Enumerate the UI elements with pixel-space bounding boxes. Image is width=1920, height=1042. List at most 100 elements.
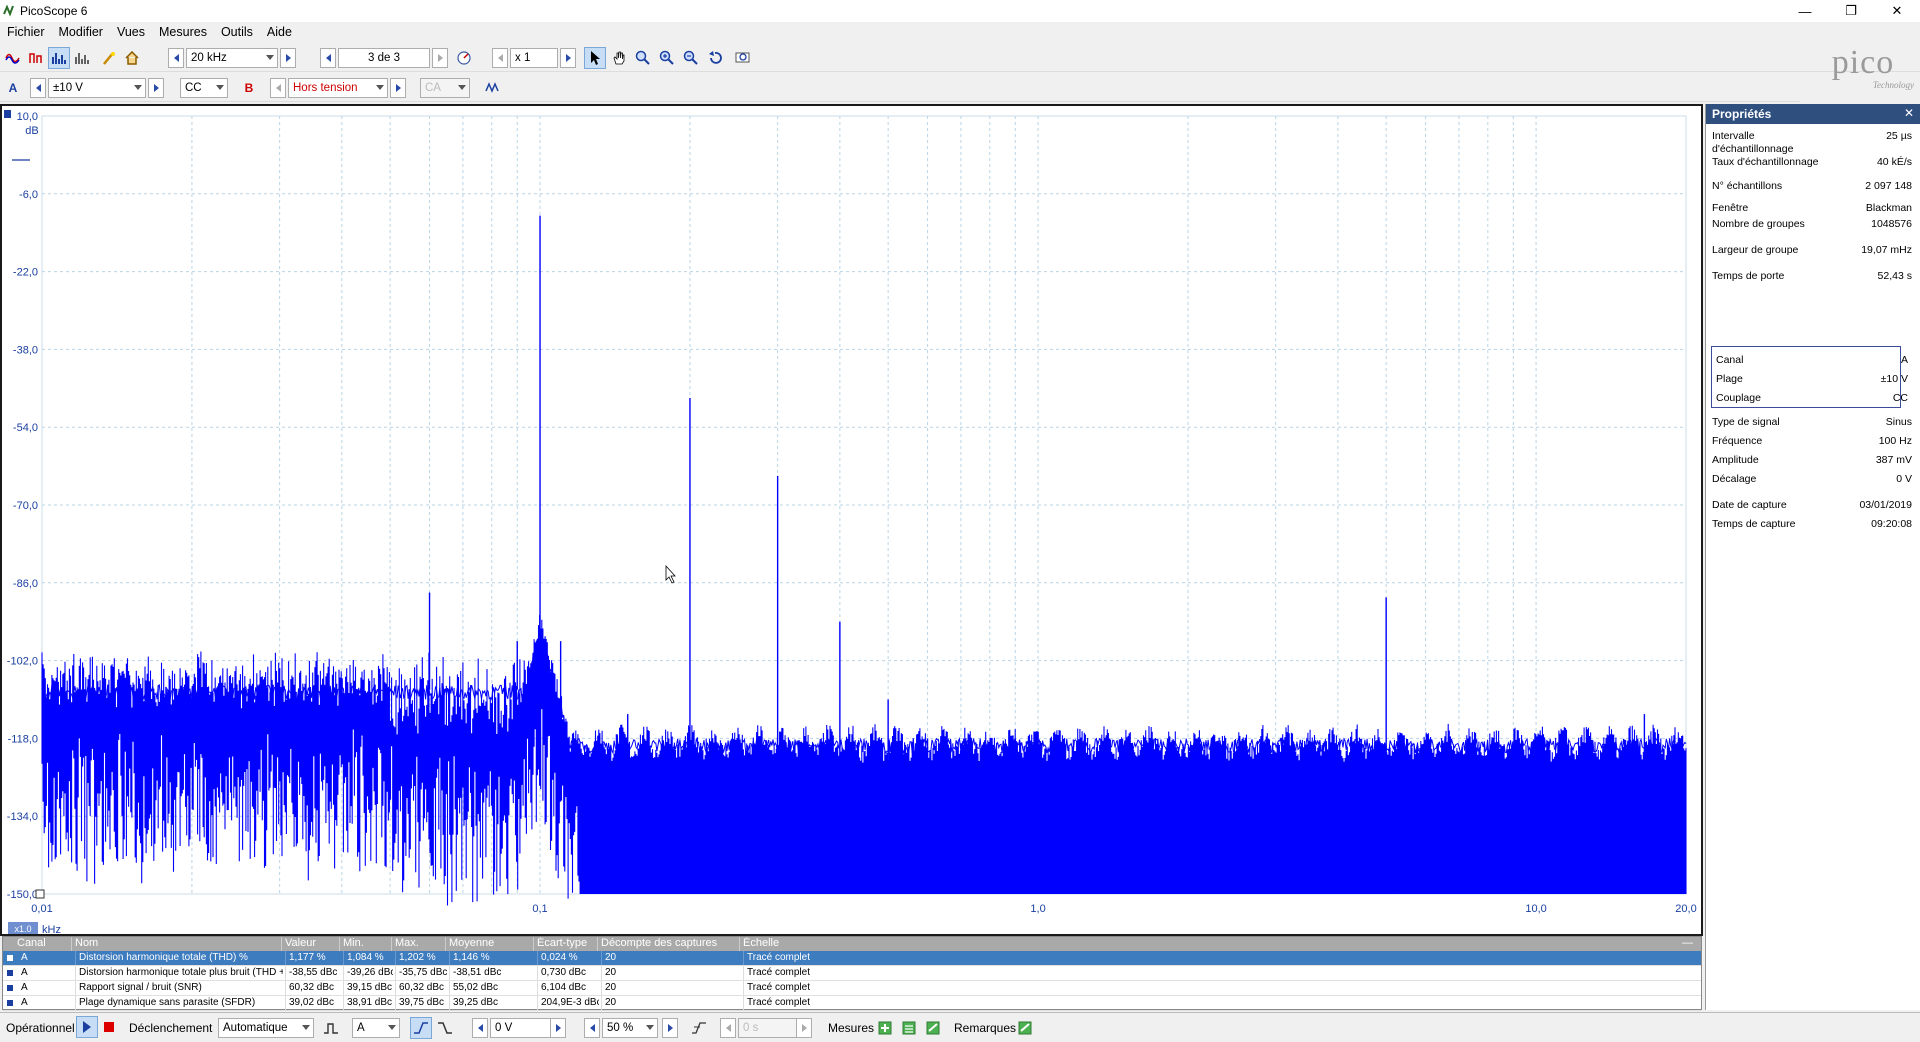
channel-b-range-prev[interactable]	[270, 78, 286, 98]
column-separator[interactable]	[339, 937, 340, 951]
column-header[interactable]: Canal	[17, 937, 46, 949]
frequency-range-value: 20 kHz	[191, 52, 227, 64]
column-header[interactable]: Max.	[395, 937, 419, 949]
home-icon[interactable]	[121, 47, 143, 69]
cell-separator	[449, 966, 450, 980]
table-row[interactable]: A Plage dynamique sans parasite (SFDR) 39,…	[3, 996, 1701, 1011]
persistence-mode-icon[interactable]	[25, 47, 47, 69]
post-trigger-delay-icon[interactable]	[688, 1017, 710, 1039]
menu-aide[interactable]: Aide	[260, 25, 299, 39]
column-separator[interactable]	[71, 937, 72, 951]
math-channels-icon[interactable]	[482, 77, 504, 99]
channel-b-coupling-combo[interactable]: CA	[420, 78, 470, 98]
minimize-button[interactable]: —	[1782, 0, 1828, 22]
table-row[interactable]: A Rapport signal / bruit (SNR) 60,32 dBc 39…	[3, 981, 1701, 996]
channel-a-range-combo[interactable]: ±10 V	[48, 78, 146, 98]
capture-next-button[interactable]	[432, 48, 448, 68]
column-separator[interactable]	[533, 937, 534, 951]
pointer-tool-icon[interactable]	[584, 47, 606, 69]
column-header[interactable]: Moyenne	[449, 937, 494, 949]
zoom-next-button[interactable]	[560, 48, 576, 68]
trigger-mode-combo[interactable]: Automatique	[218, 1018, 314, 1038]
column-header[interactable]: Décompte des captures	[601, 937, 717, 949]
column-header[interactable]: Nom	[75, 937, 98, 949]
column-header[interactable]: Échelle	[743, 937, 779, 949]
zoom-out-icon[interactable]	[680, 47, 702, 69]
freq-next-button[interactable]	[280, 48, 296, 68]
scope-mode-icon[interactable]	[2, 47, 24, 69]
menu-fichier[interactable]: Fichier	[0, 25, 52, 39]
advanced-trigger-icon[interactable]	[320, 1017, 342, 1039]
spectrum-view[interactable]: 10,0 -6,0 -22,0 -38,0 -54,0 -70,0 -86,0 -102,0 -…	[0, 104, 1703, 936]
spectrum-persistence-icon[interactable]	[71, 47, 93, 69]
channel-b-range-next[interactable]	[390, 78, 406, 98]
delay-next[interactable]	[796, 1018, 812, 1038]
zoom-overview-icon[interactable]	[732, 47, 754, 69]
capture-index-field[interactable]: 3 de 3	[338, 48, 430, 68]
menu-vues[interactable]: Vues	[110, 25, 152, 39]
trigger-level-prev[interactable]	[472, 1018, 488, 1038]
channel-a-range-next[interactable]	[148, 78, 164, 98]
window-title: PicoScope 6	[20, 4, 88, 18]
rising-edge-icon[interactable]	[410, 1017, 432, 1039]
collapse-table-icon[interactable]: —	[1682, 937, 1693, 949]
zoom-in-icon[interactable]	[656, 47, 678, 69]
table-cell: 39,25 dBc	[453, 997, 499, 1008]
property-value: 387 mV	[1875, 454, 1912, 466]
delete-measurement-icon[interactable]	[922, 1017, 944, 1039]
channel-a-button[interactable]: A	[2, 77, 24, 99]
notes-icon[interactable]	[1014, 1017, 1036, 1039]
channel-b-button[interactable]: B	[238, 77, 260, 99]
restore-button[interactable]: ❐	[1828, 0, 1874, 22]
column-header[interactable]: Valeur	[285, 937, 316, 949]
zoom-region-icon[interactable]	[632, 47, 654, 69]
trigger-level-field[interactable]: 0 V	[490, 1018, 556, 1038]
frequency-range-combo[interactable]: 20 kHz	[186, 48, 278, 68]
column-separator[interactable]	[391, 937, 392, 951]
delay-field[interactable]: 0 s	[738, 1018, 798, 1038]
delay-prev[interactable]	[720, 1018, 736, 1038]
edit-measurement-icon[interactable]	[898, 1017, 920, 1039]
spectrum-mode-icon[interactable]	[48, 47, 70, 69]
run-button[interactable]	[76, 1016, 98, 1038]
add-measurement-icon[interactable]	[874, 1017, 896, 1039]
properties-panel: Propriétés ✕ Intervalle d'échantillonnag…	[1705, 104, 1920, 1010]
trigger-channel-combo[interactable]: A	[352, 1018, 400, 1038]
table-row[interactable]: A Distorsion harmonique totale (THD) % 1,1…	[3, 951, 1701, 966]
column-header[interactable]: Min.	[343, 937, 364, 949]
table-row[interactable]: A Distorsion harmonique totale plus bruit…	[3, 966, 1701, 981]
column-header[interactable]: Écart-type	[537, 937, 587, 949]
channel-b-range-value: Hors tension	[293, 82, 358, 94]
close-button[interactable]: ✕	[1874, 0, 1920, 22]
trigger-level-next[interactable]	[550, 1018, 566, 1038]
falling-edge-icon[interactable]	[434, 1017, 456, 1039]
stop-button[interactable]	[98, 1016, 120, 1038]
column-separator[interactable]	[281, 937, 282, 951]
probe-wand-icon[interactable]	[98, 47, 120, 69]
pretrigger-field[interactable]: 50 %	[602, 1018, 658, 1038]
close-properties-icon[interactable]: ✕	[1904, 106, 1914, 120]
measurements-table[interactable]: Canal Nom Valeur Min. Max. Moyenne Écart-type D…	[2, 936, 1702, 1011]
column-separator[interactable]	[445, 937, 446, 951]
freq-prev-button[interactable]	[168, 48, 184, 68]
menu-modifier[interactable]: Modifier	[52, 25, 110, 39]
menu-mesures[interactable]: Mesures	[152, 25, 214, 39]
column-separator[interactable]	[739, 937, 740, 951]
zoom-factor-field[interactable]: x 1	[510, 48, 558, 68]
hand-tool-icon[interactable]	[608, 47, 630, 69]
table-cell: Tracé complet	[747, 982, 810, 993]
column-separator[interactable]	[597, 937, 598, 951]
menu-outils[interactable]: Outils	[214, 25, 260, 39]
cell-separator	[285, 966, 286, 980]
channel-b-range-combo[interactable]: Hors tension	[288, 78, 388, 98]
channel-a-coupling-combo[interactable]: CC	[180, 78, 228, 98]
undo-zoom-icon[interactable]	[704, 47, 726, 69]
pretrigger-prev[interactable]	[584, 1018, 600, 1038]
zoom-prev-button[interactable]	[492, 48, 508, 68]
channel-a-range-prev[interactable]	[30, 78, 46, 98]
table-cell: 1,202 %	[399, 952, 436, 963]
buffer-navigator-icon[interactable]	[453, 47, 475, 69]
capture-prev-button[interactable]	[320, 48, 336, 68]
pretrigger-next[interactable]	[662, 1018, 678, 1038]
spectrum-chart[interactable]: 10,0 -6,0 -22,0 -38,0 -54,0 -70,0 -86,0 -102,0 -…	[2, 106, 1701, 936]
